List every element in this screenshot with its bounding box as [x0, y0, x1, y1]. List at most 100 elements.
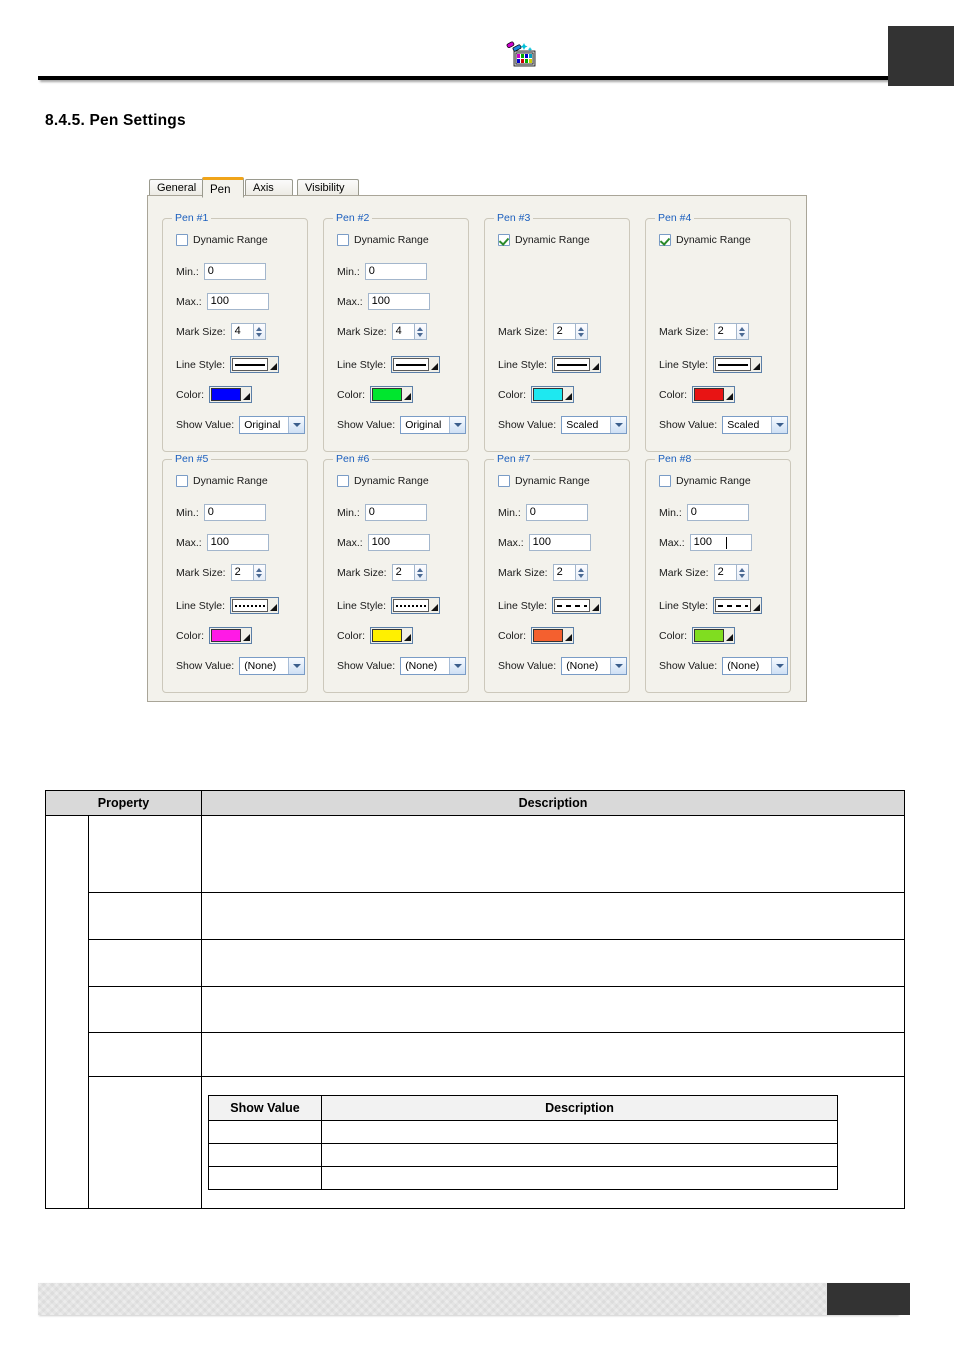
dropdown-arrow-icon[interactable]: [565, 393, 573, 400]
pen-3-dynamic-range-checkbox[interactable]: [498, 234, 510, 246]
pen-8-mark-size-value[interactable]: 2: [713, 564, 736, 581]
pen-1-dynamic-range-row[interactable]: Dynamic Range: [176, 234, 268, 246]
pen-8-max-input[interactable]: 100: [689, 534, 752, 551]
pen-5-mark-size-stepper[interactable]: 2: [230, 564, 266, 581]
pen-5-max-input[interactable]: 100: [206, 534, 269, 551]
dropdown-arrow-icon[interactable]: [592, 363, 600, 370]
pen-7-max-input[interactable]: 100: [528, 534, 591, 551]
pen-2-show-value-select[interactable]: Original: [400, 416, 467, 434]
spinner-up-icon[interactable]: [417, 567, 424, 572]
pen-7-line-style-picker[interactable]: [552, 597, 602, 614]
pen-1-show-value-dropdown-button[interactable]: [288, 417, 305, 433]
pen-1-min-input[interactable]: 0: [203, 263, 266, 280]
pen-4-dynamic-range-row[interactable]: Dynamic Range: [659, 234, 751, 246]
pen-6-mark-size-stepper[interactable]: 2: [391, 564, 427, 581]
spinner-up-icon[interactable]: [417, 326, 424, 331]
pen-4-mark-size-stepper[interactable]: 2: [713, 323, 749, 340]
pen-2-mark-size-stepper[interactable]: 4: [391, 323, 427, 340]
pen-8-mark-size-stepper[interactable]: 2: [713, 564, 749, 581]
dropdown-arrow-icon[interactable]: [753, 363, 761, 370]
pen-4-show-value-select[interactable]: Scaled: [722, 416, 789, 434]
pen-1-line-style-picker[interactable]: [230, 356, 280, 373]
pen-2-show-value-dropdown-button[interactable]: [449, 417, 466, 433]
pen-8-dynamic-range-row[interactable]: Dynamic Range: [659, 475, 751, 487]
pen-2-min-input[interactable]: 0: [364, 263, 427, 280]
pen-1-mark-size-buttons[interactable]: [252, 323, 266, 340]
pen-5-color-picker[interactable]: [209, 627, 253, 644]
pen-4-color-picker[interactable]: [692, 386, 736, 403]
pen-7-dynamic-range-checkbox[interactable]: [498, 475, 510, 487]
spinner-down-icon[interactable]: [417, 332, 424, 337]
dropdown-arrow-icon[interactable]: [404, 634, 412, 641]
pen-7-dynamic-range-row[interactable]: Dynamic Range: [498, 475, 590, 487]
pen-8-line-style-picker[interactable]: [713, 597, 763, 614]
pen-8-show-value-select[interactable]: (None): [722, 657, 789, 675]
pen-3-show-value-select[interactable]: Scaled: [561, 416, 628, 434]
dropdown-arrow-icon[interactable]: [565, 634, 573, 641]
dropdown-arrow-icon[interactable]: [592, 604, 600, 611]
pen-6-line-style-picker[interactable]: [391, 597, 441, 614]
dropdown-arrow-icon[interactable]: [404, 393, 412, 400]
spinner-up-icon[interactable]: [578, 326, 585, 331]
spinner-up-icon[interactable]: [578, 567, 585, 572]
pen-3-show-value-dropdown-button[interactable]: [610, 417, 627, 433]
pen-1-color-picker[interactable]: [209, 386, 253, 403]
dropdown-arrow-icon[interactable]: [726, 634, 734, 641]
spinner-down-icon[interactable]: [417, 573, 424, 578]
dropdown-arrow-icon[interactable]: [431, 363, 439, 370]
pen-3-dynamic-range-row[interactable]: Dynamic Range: [498, 234, 590, 246]
pen-2-line-style-picker[interactable]: [391, 356, 441, 373]
pen-4-line-style-picker[interactable]: [713, 356, 763, 373]
pen-1-dynamic-range-checkbox[interactable]: [176, 234, 188, 246]
pen-3-mark-size-buttons[interactable]: [574, 323, 588, 340]
pen-5-mark-size-buttons[interactable]: [252, 564, 266, 581]
pen-5-line-style-picker[interactable]: [230, 597, 280, 614]
pen-4-mark-size-buttons[interactable]: [735, 323, 749, 340]
pen-7-mark-size-buttons[interactable]: [574, 564, 588, 581]
pen-2-mark-size-buttons[interactable]: [413, 323, 427, 340]
pen-6-show-value-select[interactable]: (None): [400, 657, 467, 675]
spinner-down-icon[interactable]: [739, 332, 746, 337]
pen-7-min-input[interactable]: 0: [525, 504, 588, 521]
pen-7-show-value-dropdown-button[interactable]: [610, 658, 627, 674]
pen-6-max-input[interactable]: 100: [367, 534, 430, 551]
pen-7-color-picker[interactable]: [531, 627, 575, 644]
pen-6-dynamic-range-checkbox[interactable]: [337, 475, 349, 487]
pen-3-mark-size-value[interactable]: 2: [552, 323, 575, 340]
pen-1-show-value-select[interactable]: Original: [239, 416, 306, 434]
dropdown-arrow-icon[interactable]: [243, 634, 251, 641]
tab-general[interactable]: General: [149, 179, 204, 196]
pen-6-show-value-dropdown-button[interactable]: [449, 658, 466, 674]
dropdown-arrow-icon[interactable]: [726, 393, 734, 400]
spinner-down-icon[interactable]: [256, 332, 263, 337]
pen-8-dynamic-range-checkbox[interactable]: [659, 475, 671, 487]
pen-6-min-input[interactable]: 0: [364, 504, 427, 521]
pen-2-mark-size-value[interactable]: 4: [391, 323, 414, 340]
spinner-down-icon[interactable]: [739, 573, 746, 578]
spinner-up-icon[interactable]: [739, 326, 746, 331]
spinner-down-icon[interactable]: [578, 573, 585, 578]
pen-6-color-picker[interactable]: [370, 627, 414, 644]
spinner-up-icon[interactable]: [739, 567, 746, 572]
pen-1-mark-size-value[interactable]: 4: [230, 323, 253, 340]
tab-axis[interactable]: Axis: [245, 179, 293, 196]
pen-8-show-value-dropdown-button[interactable]: [771, 658, 788, 674]
pen-6-dynamic-range-row[interactable]: Dynamic Range: [337, 475, 429, 487]
tab-visibility[interactable]: Visibility: [297, 179, 359, 196]
pen-5-min-input[interactable]: 0: [203, 504, 266, 521]
pen-5-show-value-dropdown-button[interactable]: [288, 658, 305, 674]
pen-3-color-picker[interactable]: [531, 386, 575, 403]
pen-3-line-style-picker[interactable]: [552, 356, 602, 373]
pen-7-mark-size-stepper[interactable]: 2: [552, 564, 588, 581]
pen-3-mark-size-stepper[interactable]: 2: [552, 323, 588, 340]
pen-4-mark-size-value[interactable]: 2: [713, 323, 736, 340]
spinner-up-icon[interactable]: [256, 326, 263, 331]
pen-4-show-value-dropdown-button[interactable]: [771, 417, 788, 433]
pen-2-dynamic-range-row[interactable]: Dynamic Range: [337, 234, 429, 246]
spinner-up-icon[interactable]: [256, 567, 263, 572]
pen-6-mark-size-value[interactable]: 2: [391, 564, 414, 581]
dropdown-arrow-icon[interactable]: [243, 393, 251, 400]
pen-1-max-input[interactable]: 100: [206, 293, 269, 310]
pen-1-mark-size-stepper[interactable]: 4: [230, 323, 266, 340]
dropdown-arrow-icon[interactable]: [270, 604, 278, 611]
